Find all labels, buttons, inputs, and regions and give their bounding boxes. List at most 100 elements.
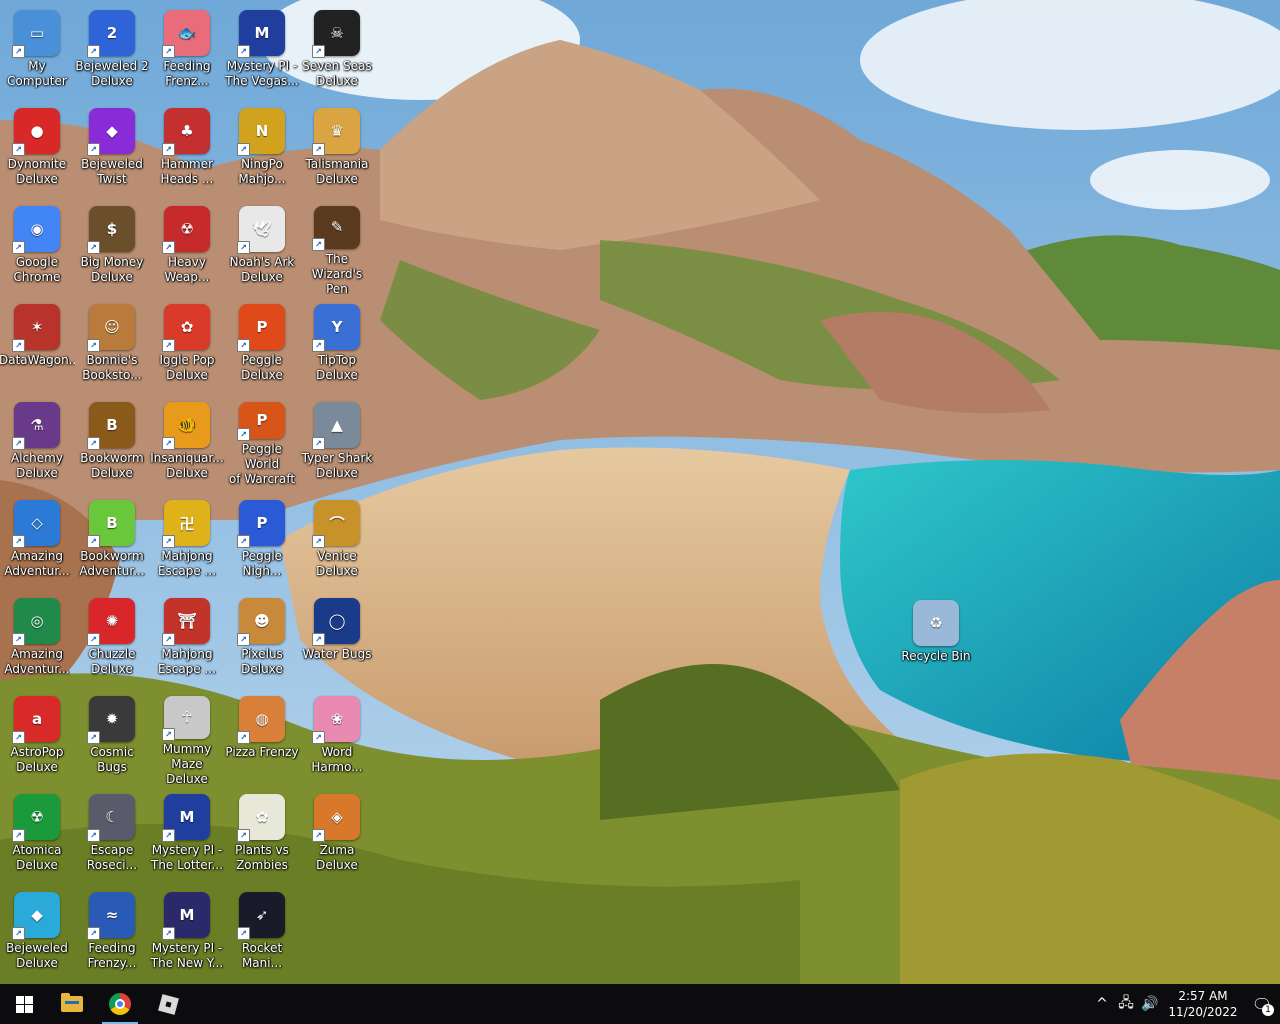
pizza-frenzy-icon: ◍ ↗ [237, 696, 285, 744]
desktop-icon-label: TipTop Deluxe [316, 353, 358, 382]
desktop-icon[interactable]: ♣ ↗ Hammer Heads ... [150, 100, 224, 196]
desktop-icon[interactable]: ➶ ↗ Rocket Mani... [225, 884, 299, 980]
desktop-icon[interactable]: P ↗ Peggle Nigh... [225, 492, 299, 588]
shortcut-arrow-icon: ↗ [237, 633, 250, 646]
desktop-icon[interactable]: ✿ ↗ Iggle Pop Deluxe [150, 296, 224, 392]
desktop-icon-label: Mahjong Escape ... [157, 549, 217, 578]
desktop-icon[interactable]: 🐟 ↗ Feeding Frenz... [150, 2, 224, 98]
desktop-icon[interactable]: ▭ ↗ My Computer [0, 2, 74, 98]
desktop-icon[interactable]: ◯ ↗ Water Bugs [300, 590, 374, 686]
desktop-icon[interactable]: ✹ ↗ Cosmic Bugs [75, 688, 149, 784]
network-icon[interactable]: 🖧 [1114, 984, 1138, 1024]
desktop-icon[interactable]: ☺ ↗ Bonnie's Booksto... [75, 296, 149, 392]
shortcut-arrow-icon: ↗ [12, 829, 25, 842]
desktop-icon[interactable]: ❀ ↗ Word Harmo... [300, 688, 374, 784]
desktop-icon[interactable]: M ↗ Mystery PI - The Lotter... [150, 786, 224, 882]
desktop-icon-label: Google Chrome [13, 255, 61, 284]
desktop-icon[interactable]: N ↗ NingPo Mahjo... [225, 100, 299, 196]
desktop-icon[interactable]: ⛩ ↗ Mahjong Escape ... [150, 590, 224, 686]
shortcut-arrow-icon: ↗ [237, 829, 250, 842]
shortcut-arrow-icon: ↗ [87, 241, 100, 254]
desktop-icon-label: DataWagon... [0, 353, 75, 367]
desktop-icon[interactable]: ◉ ↗ Google Chrome [0, 198, 74, 294]
taskbar-file-explorer[interactable] [48, 984, 96, 1024]
desktop-icon[interactable]: ◎ ↗ Amazing Adventur... [0, 590, 74, 686]
shortcut-arrow-icon: ↗ [12, 927, 25, 940]
volume-icon[interactable]: 🔊 [1138, 984, 1162, 1024]
my-computer-icon: ▭ ↗ [12, 10, 60, 58]
desktop-icon[interactable]: B ↗ Bookworm Deluxe [75, 394, 149, 490]
desktop-icon[interactable]: ✶ ↗ DataWagon... [0, 296, 75, 392]
taskbar-google-chrome[interactable] [96, 984, 144, 1024]
desktop-icon[interactable]: P ↗ Peggle Deluxe [225, 296, 299, 392]
desktop-icon[interactable]: ⌒ ↗ Venice Deluxe [300, 492, 374, 588]
desktop-icon[interactable]: ⚗ ↗ Alchemy Deluxe [0, 394, 74, 490]
desktop-icon-label: Pizza Frenzy [225, 745, 299, 759]
desktop-icon[interactable]: ☢ ↗ Heavy Weap... [150, 198, 224, 294]
desktop-icon-label: Hammer Heads ... [160, 157, 214, 186]
bejeweled-2-icon: 2 ↗ [87, 10, 135, 58]
desktop-icon-label: Water Bugs [302, 647, 372, 661]
talismania-icon: ♛ ↗ [312, 108, 360, 156]
taskbar-roblox[interactable] [144, 984, 192, 1024]
desktop-icon-label: Pixelus Deluxe [241, 647, 283, 676]
desktop-icon[interactable]: ♛ ↗ Talismania Deluxe [300, 100, 374, 196]
shortcut-arrow-icon: ↗ [237, 45, 250, 58]
desktop-icon[interactable]: ◆ ↗ Bejeweled Deluxe [0, 884, 74, 980]
taskbar-clock[interactable]: 2:57 AM 11/20/2022 [1166, 988, 1240, 1020]
show-hidden-icons-chevron-icon[interactable]: ^ [1090, 984, 1114, 1024]
action-center-button[interactable]: 🗨 1 [1244, 984, 1280, 1024]
desktop-icon[interactable]: $ ↗ Big Money Deluxe [75, 198, 149, 294]
recycle-bin[interactable]: ♻ Recycle Bin [899, 592, 973, 688]
desktop-icon[interactable]: ☻ ↗ Pixelus Deluxe [225, 590, 299, 686]
shortcut-arrow-icon: ↗ [162, 339, 175, 352]
shortcut-arrow-icon: ↗ [312, 237, 325, 251]
bejeweled-deluxe-icon: ◆ ↗ [12, 892, 60, 940]
desktop-icon[interactable]: Y ↗ TipTop Deluxe [300, 296, 374, 392]
shortcut-arrow-icon: ↗ [87, 437, 100, 450]
shortcut-arrow-icon: ↗ [312, 731, 325, 744]
desktop-icon[interactable]: ◍ ↗ Pizza Frenzy [225, 688, 299, 784]
desktop-icon[interactable]: 卍 ↗ Mahjong Escape ... [150, 492, 224, 588]
desktop-icon[interactable]: ✺ ↗ Chuzzle Deluxe [75, 590, 149, 686]
shortcut-arrow-icon: ↗ [12, 241, 25, 254]
bookworm-icon: B ↗ [87, 402, 135, 450]
desktop-icon[interactable]: ◆ ↗ Bejeweled Twist [75, 100, 149, 196]
desktop-icon-label: Bonnie's Booksto... [82, 353, 142, 382]
desktop-icon[interactable]: M ↗ Mystery PI - The New Y... [150, 884, 224, 980]
insaniquarium-icon: 🐠 ↗ [162, 402, 210, 450]
noahs-ark-icon: 🕊 ↗ [237, 206, 285, 254]
desktop-icon-label: The Wizard's Pen [311, 251, 363, 294]
desktop-icon[interactable]: ✎ ↗ The Wizard's Pen [300, 198, 374, 294]
mystery-pi-vegas-icon: M ↗ [237, 10, 285, 58]
desktop-icon[interactable]: B ↗ Bookworm Adventur... [75, 492, 149, 588]
desktop-icon[interactable]: 🕊 ↗ Noah's Ark Deluxe [225, 198, 299, 294]
desktop-icon[interactable]: a ↗ AstroPop Deluxe [0, 688, 74, 784]
desktop-icon[interactable]: ≈ ↗ Feeding Frenzy... [75, 884, 149, 980]
desktop-icon-grid: ▭ ↗ My Computer 2 ↗ Bejeweled 2 Deluxe 🐟 ↗ Feedi… [0, 0, 1280, 984]
shortcut-arrow-icon: ↗ [237, 427, 250, 441]
desktop-icon[interactable]: ☢ ↗ Atomica Deluxe [0, 786, 74, 882]
shortcut-arrow-icon: ↗ [312, 143, 325, 156]
shortcut-arrow-icon: ↗ [162, 829, 175, 842]
start-button[interactable] [0, 984, 48, 1024]
desktop-icon[interactable]: ✿ ↗ Plants vs Zombies [225, 786, 299, 882]
desktop-icon[interactable]: P↗Peggle World of Warcraft ... [225, 394, 299, 490]
desktop-icon-label: Mummy Maze Deluxe [162, 741, 212, 784]
mystery-pi-newyork-icon: M ↗ [162, 892, 210, 940]
desktop-icon[interactable]: ▲ ↗ Typer Shark Deluxe [300, 394, 374, 490]
desktop-icon-label: Typer Shark Deluxe [301, 451, 373, 480]
desktop-icon[interactable]: ☾ ↗ Escape Roseci... [75, 786, 149, 882]
shortcut-arrow-icon: ↗ [12, 45, 25, 58]
desktop-icon[interactable]: M ↗ Mystery PI - The Vegas... [225, 2, 299, 98]
desktop-icon[interactable]: 2 ↗ Bejeweled 2 Deluxe [75, 2, 149, 98]
desktop-icon[interactable]: ◇ ↗ Amazing Adventur... [0, 492, 74, 588]
shortcut-arrow-icon: ↗ [237, 731, 250, 744]
desktop-icon[interactable]: ◈ ↗ Zuma Deluxe [300, 786, 374, 882]
desktop-icon[interactable]: ☠ ↗ Seven Seas Deluxe [300, 2, 374, 98]
mahjong-escape-2-icon: ⛩ ↗ [162, 598, 210, 646]
desktop-icon[interactable]: ☥ ↗ Mummy Maze Deluxe [150, 688, 224, 784]
desktop-icon[interactable]: ● ↗ Dynomite Deluxe [0, 100, 74, 196]
desktop-icon[interactable]: 🐠 ↗ Insaniquar... Deluxe [150, 394, 224, 490]
system-tray: ^ 🖧 🔊 2:57 AM 11/20/2022 🗨 1 [1090, 984, 1280, 1024]
